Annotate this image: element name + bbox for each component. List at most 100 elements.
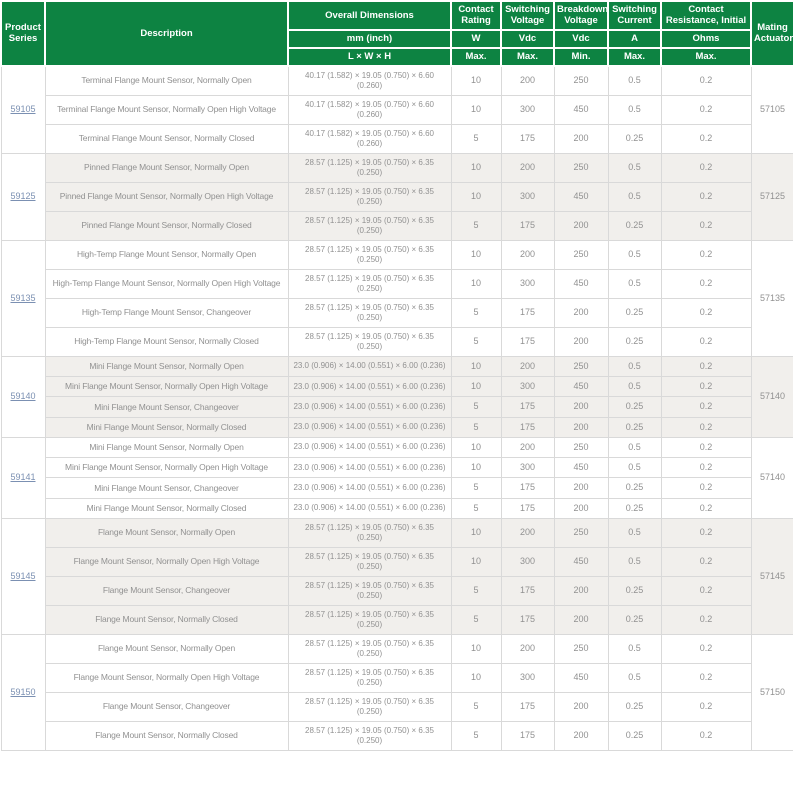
dimensions-cell: 23.0 (0.906) × 14.00 (0.551) × 6.00 (0.2… bbox=[288, 498, 451, 518]
switching-voltage-cell: 300 bbox=[501, 663, 554, 692]
switching-current-cell: 0.25 bbox=[608, 327, 661, 356]
mating-actuator-cell: 57145 bbox=[751, 518, 793, 634]
product-series-cell: 59150 bbox=[1, 634, 45, 750]
contact-resistance-cell: 0.2 bbox=[661, 153, 751, 182]
dimensions-cell: 23.0 (0.906) × 14.00 (0.551) × 6.00 (0.2… bbox=[288, 458, 451, 478]
table-row: 59135High-Temp Flange Mount Sensor, Norm… bbox=[1, 240, 793, 269]
product-series-link[interactable]: 59145 bbox=[10, 571, 35, 581]
contact-rating-cell: 5 bbox=[451, 124, 501, 153]
header-overall-dimensions: Overall Dimensions bbox=[288, 1, 451, 30]
contact-resistance-cell: 0.2 bbox=[661, 298, 751, 327]
breakdown-voltage-cell: 200 bbox=[554, 576, 608, 605]
switching-current-cell: 0.25 bbox=[608, 692, 661, 721]
breakdown-voltage-cell: 200 bbox=[554, 478, 608, 498]
dimensions-cell: 28.57 (1.125) × 19.05 (0.750) × 6.35 (0.… bbox=[288, 298, 451, 327]
contact-resistance-cell: 0.2 bbox=[661, 66, 751, 96]
dimensions-cell: 28.57 (1.125) × 19.05 (0.750) × 6.35 (0.… bbox=[288, 153, 451, 182]
product-series-link[interactable]: 59105 bbox=[10, 104, 35, 114]
product-series-link[interactable]: 59141 bbox=[10, 472, 35, 482]
header-switching-current: Switching Current bbox=[608, 1, 661, 30]
table-row: 59141Mini Flange Mount Sensor, Normally … bbox=[1, 437, 793, 457]
switching-voltage-cell: 200 bbox=[501, 518, 554, 547]
table-row: Terminal Flange Mount Sensor, Normally C… bbox=[1, 124, 793, 153]
description-cell: Terminal Flange Mount Sensor, Normally O… bbox=[45, 95, 288, 124]
switching-voltage-cell: 175 bbox=[501, 298, 554, 327]
switching-voltage-cell: 175 bbox=[501, 498, 554, 518]
contact-rating-cell: 10 bbox=[451, 66, 501, 96]
contact-rating-cell: 10 bbox=[451, 356, 501, 376]
breakdown-voltage-cell: 450 bbox=[554, 95, 608, 124]
switching-current-cell: 0.25 bbox=[608, 721, 661, 750]
breakdown-voltage-cell: 200 bbox=[554, 211, 608, 240]
contact-rating-cell: 10 bbox=[451, 95, 501, 124]
switching-voltage-cell: 200 bbox=[501, 66, 554, 96]
table-row: Mini Flange Mount Sensor, Changeover23.0… bbox=[1, 397, 793, 417]
description-cell: Mini Flange Mount Sensor, Normally Open … bbox=[45, 377, 288, 397]
dimensions-cell: 28.57 (1.125) × 19.05 (0.750) × 6.35 (0.… bbox=[288, 692, 451, 721]
description-cell: High-Temp Flange Mount Sensor, Changeove… bbox=[45, 298, 288, 327]
contact-rating-cell: 10 bbox=[451, 377, 501, 397]
switching-voltage-cell: 300 bbox=[501, 458, 554, 478]
contact-resistance-cell: 0.2 bbox=[661, 397, 751, 417]
header-switching-current-max: Max. bbox=[608, 48, 661, 66]
description-cell: Pinned Flange Mount Sensor, Normally Clo… bbox=[45, 211, 288, 240]
switching-voltage-cell: 175 bbox=[501, 692, 554, 721]
description-cell: High-Temp Flange Mount Sensor, Normally … bbox=[45, 269, 288, 298]
switching-current-cell: 0.5 bbox=[608, 663, 661, 692]
description-cell: Flange Mount Sensor, Normally Open High … bbox=[45, 547, 288, 576]
contact-rating-cell: 5 bbox=[451, 498, 501, 518]
product-series-link[interactable]: 59140 bbox=[10, 391, 35, 401]
description-cell: Flange Mount Sensor, Changeover bbox=[45, 576, 288, 605]
switching-current-cell: 0.25 bbox=[608, 298, 661, 327]
product-series-cell: 59140 bbox=[1, 356, 45, 437]
switching-current-cell: 0.25 bbox=[608, 498, 661, 518]
dimensions-cell: 28.57 (1.125) × 19.05 (0.750) × 6.35 (0.… bbox=[288, 211, 451, 240]
contact-resistance-cell: 0.2 bbox=[661, 417, 751, 437]
product-series-link[interactable]: 59150 bbox=[10, 687, 35, 697]
switching-voltage-cell: 300 bbox=[501, 547, 554, 576]
product-series-cell: 59145 bbox=[1, 518, 45, 634]
breakdown-voltage-cell: 200 bbox=[554, 721, 608, 750]
description-cell: Flange Mount Sensor, Changeover bbox=[45, 692, 288, 721]
header-description: Description bbox=[45, 1, 288, 66]
table-row: Flange Mount Sensor, Normally Open High … bbox=[1, 663, 793, 692]
contact-resistance-cell: 0.2 bbox=[661, 182, 751, 211]
switching-current-cell: 0.5 bbox=[608, 377, 661, 397]
switching-current-cell: 0.25 bbox=[608, 576, 661, 605]
contact-resistance-cell: 0.2 bbox=[661, 547, 751, 576]
switching-current-cell: 0.5 bbox=[608, 634, 661, 663]
product-series-link[interactable]: 59135 bbox=[10, 293, 35, 303]
contact-rating-cell: 10 bbox=[451, 269, 501, 298]
contact-resistance-cell: 0.2 bbox=[661, 240, 751, 269]
contact-rating-cell: 5 bbox=[451, 298, 501, 327]
table-row: Pinned Flange Mount Sensor, Normally Clo… bbox=[1, 211, 793, 240]
switching-current-cell: 0.5 bbox=[608, 518, 661, 547]
switching-voltage-cell: 175 bbox=[501, 721, 554, 750]
dimensions-cell: 28.57 (1.125) × 19.05 (0.750) × 6.35 (0.… bbox=[288, 663, 451, 692]
description-cell: Terminal Flange Mount Sensor, Normally C… bbox=[45, 124, 288, 153]
description-cell: Mini Flange Mount Sensor, Changeover bbox=[45, 397, 288, 417]
dimensions-cell: 28.57 (1.125) × 19.05 (0.750) × 6.35 (0.… bbox=[288, 634, 451, 663]
breakdown-voltage-cell: 450 bbox=[554, 663, 608, 692]
contact-rating-cell: 5 bbox=[451, 721, 501, 750]
mating-actuator-cell: 57125 bbox=[751, 153, 793, 240]
table-header: Product Series Description Overall Dimen… bbox=[1, 1, 793, 66]
contact-resistance-cell: 0.2 bbox=[661, 518, 751, 547]
header-contact-rating: Contact Rating bbox=[451, 1, 501, 30]
header-switching-voltage-max: Max. bbox=[501, 48, 554, 66]
product-series-cell: 59125 bbox=[1, 153, 45, 240]
table-row: Pinned Flange Mount Sensor, Normally Ope… bbox=[1, 182, 793, 211]
switching-current-cell: 0.5 bbox=[608, 182, 661, 211]
dimensions-cell: 28.57 (1.125) × 19.05 (0.750) × 6.35 (0.… bbox=[288, 547, 451, 576]
contact-rating-cell: 5 bbox=[451, 417, 501, 437]
breakdown-voltage-cell: 250 bbox=[554, 240, 608, 269]
switching-voltage-cell: 300 bbox=[501, 269, 554, 298]
breakdown-voltage-cell: 450 bbox=[554, 547, 608, 576]
description-cell: Pinned Flange Mount Sensor, Normally Ope… bbox=[45, 182, 288, 211]
description-cell: High-Temp Flange Mount Sensor, Normally … bbox=[45, 240, 288, 269]
contact-resistance-cell: 0.2 bbox=[661, 498, 751, 518]
dimensions-cell: 28.57 (1.125) × 19.05 (0.750) × 6.35 (0.… bbox=[288, 182, 451, 211]
breakdown-voltage-cell: 250 bbox=[554, 356, 608, 376]
breakdown-voltage-cell: 250 bbox=[554, 518, 608, 547]
product-series-link[interactable]: 59125 bbox=[10, 191, 35, 201]
